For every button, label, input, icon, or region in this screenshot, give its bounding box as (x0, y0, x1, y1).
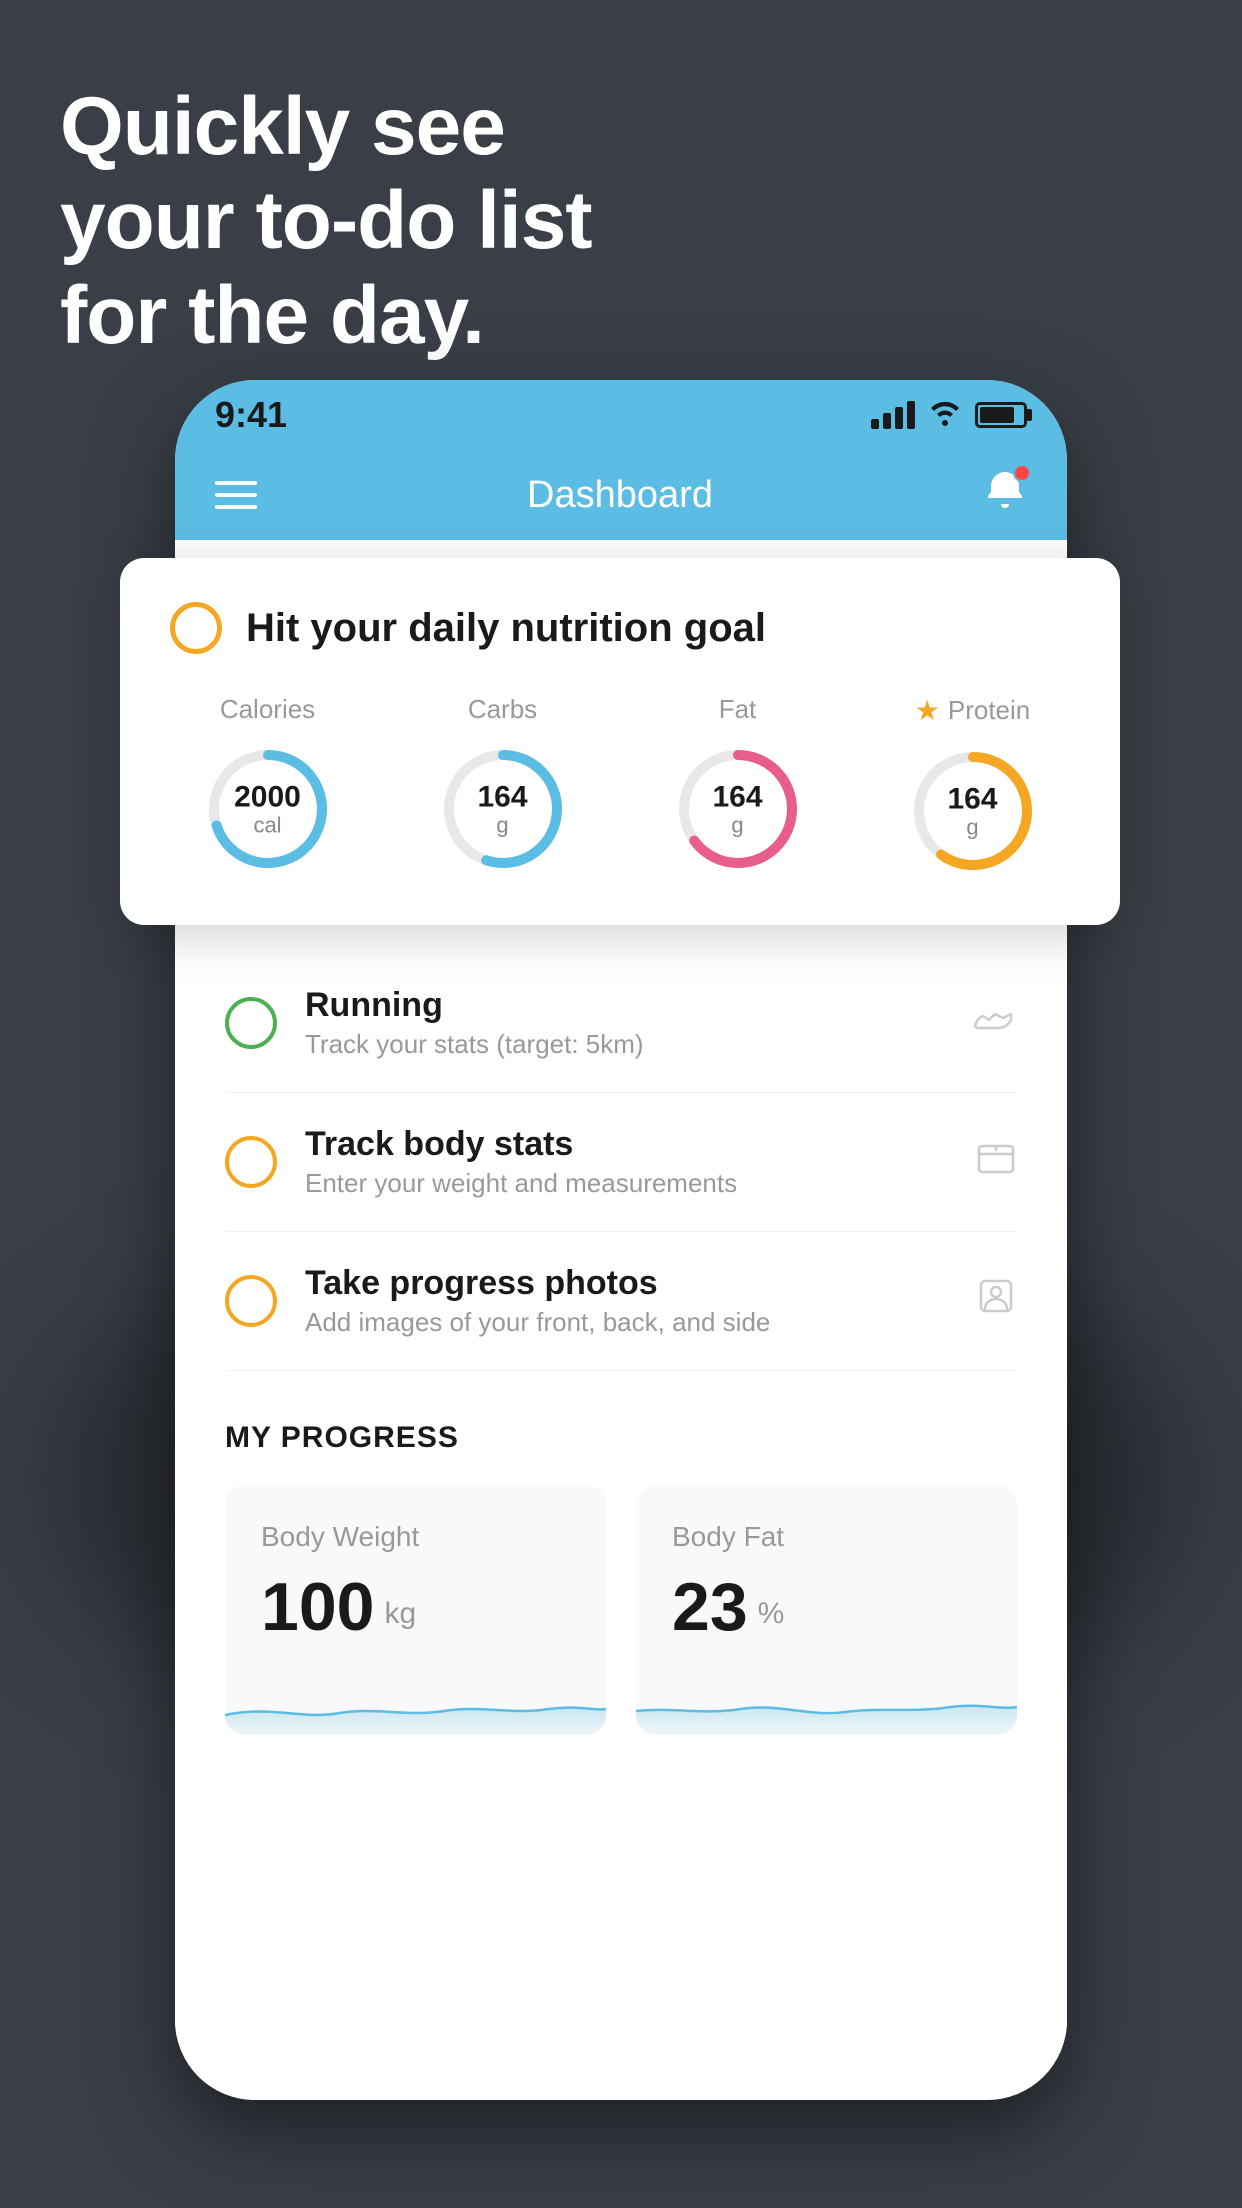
progress-header: MY PROGRESS (225, 1421, 1017, 1455)
weight-wave-chart (225, 1665, 606, 1735)
todo-text-body-stats: Track body stats Enter your weight and m… (305, 1125, 947, 1199)
todo-title-running: Running (305, 986, 943, 1025)
fat-wave-chart (636, 1665, 1017, 1735)
nutrition-row: Calories 2000 cal Carbs (170, 694, 1070, 881)
nav-bar: Dashboard (175, 450, 1067, 540)
shoe-icon (971, 1000, 1017, 1046)
todo-list: Running Track your stats (target: 5km) T… (175, 954, 1067, 1371)
todo-item-photos[interactable]: Take progress photos Add images of your … (225, 1232, 1017, 1371)
todo-item-body-stats[interactable]: Track body stats Enter your weight and m… (225, 1093, 1017, 1232)
card-circle-indicator (170, 602, 222, 654)
progress-weight-value-row: 100 kg (261, 1573, 570, 1641)
nutrition-calories: Calories 2000 cal (198, 694, 338, 881)
todo-text-photos: Take progress photos Add images of your … (305, 1264, 947, 1338)
protein-ring: 164 g (903, 741, 1043, 881)
fat-value: 164 g (712, 780, 762, 837)
scale-icon (975, 1136, 1017, 1188)
fat-label: Fat (719, 694, 757, 725)
progress-cards: Body Weight 100 kg (225, 1485, 1017, 1735)
hamburger-menu[interactable] (215, 481, 257, 509)
person-icon (975, 1275, 1017, 1327)
nav-title: Dashboard (527, 474, 713, 517)
notification-dot (1013, 464, 1031, 482)
card-title: Hit your daily nutrition goal (246, 606, 766, 651)
nutrition-fat: Fat 164 g (668, 694, 808, 881)
progress-weight-unit: kg (384, 1597, 416, 1631)
progress-weight-number: 100 (261, 1573, 374, 1641)
todo-title-body-stats: Track body stats (305, 1125, 947, 1164)
battery-icon (975, 402, 1027, 428)
todo-subtitle-body-stats: Enter your weight and measurements (305, 1168, 947, 1199)
calories-value: 2000 cal (234, 780, 301, 837)
wifi-icon (927, 398, 963, 433)
hero-line2: your to-do list (60, 174, 592, 268)
progress-card-fat: Body Fat 23 % (636, 1485, 1017, 1735)
todo-subtitle-running: Track your stats (target: 5km) (305, 1029, 943, 1060)
progress-card-fat-title: Body Fat (672, 1521, 981, 1553)
progress-section: MY PROGRESS Body Weight 100 kg (175, 1371, 1067, 1765)
fat-ring: 164 g (668, 739, 808, 879)
hero-line1: Quickly see (60, 80, 592, 174)
nutrition-protein: ★ Protein 164 g (903, 694, 1043, 881)
protein-value: 164 g (947, 782, 997, 839)
calories-label: Calories (220, 694, 315, 725)
todo-subtitle-photos: Add images of your front, back, and side (305, 1307, 947, 1338)
status-icons (871, 398, 1027, 433)
protein-label: ★ Protein (915, 694, 1031, 727)
nutrition-carbs: Carbs 164 g (433, 694, 573, 881)
todo-text-running: Running Track your stats (target: 5km) (305, 986, 943, 1060)
progress-fat-number: 23 (672, 1573, 748, 1641)
todo-circle-running (225, 997, 277, 1049)
signal-icon (871, 401, 915, 429)
progress-fat-unit: % (758, 1597, 785, 1631)
todo-title-photos: Take progress photos (305, 1264, 947, 1303)
card-title-row: Hit your daily nutrition goal (170, 602, 1070, 654)
progress-fat-value-row: 23 % (672, 1573, 981, 1641)
carbs-value: 164 g (477, 780, 527, 837)
calories-ring: 2000 cal (198, 739, 338, 879)
todo-circle-photos (225, 1275, 277, 1327)
hero-text: Quickly see your to-do list for the day. (60, 80, 592, 363)
carbs-label: Carbs (468, 694, 537, 725)
notification-bell[interactable] (983, 468, 1027, 522)
todo-item-running[interactable]: Running Track your stats (target: 5km) (225, 954, 1017, 1093)
status-bar: 9:41 (175, 380, 1067, 450)
todo-circle-body-stats (225, 1136, 277, 1188)
featured-card: Hit your daily nutrition goal Calories 2… (120, 558, 1120, 925)
carbs-ring: 164 g (433, 739, 573, 879)
status-time: 9:41 (215, 394, 287, 436)
star-icon: ★ (915, 694, 940, 727)
progress-card-weight: Body Weight 100 kg (225, 1485, 606, 1735)
hero-line3: for the day. (60, 269, 592, 363)
progress-card-weight-title: Body Weight (261, 1521, 570, 1553)
